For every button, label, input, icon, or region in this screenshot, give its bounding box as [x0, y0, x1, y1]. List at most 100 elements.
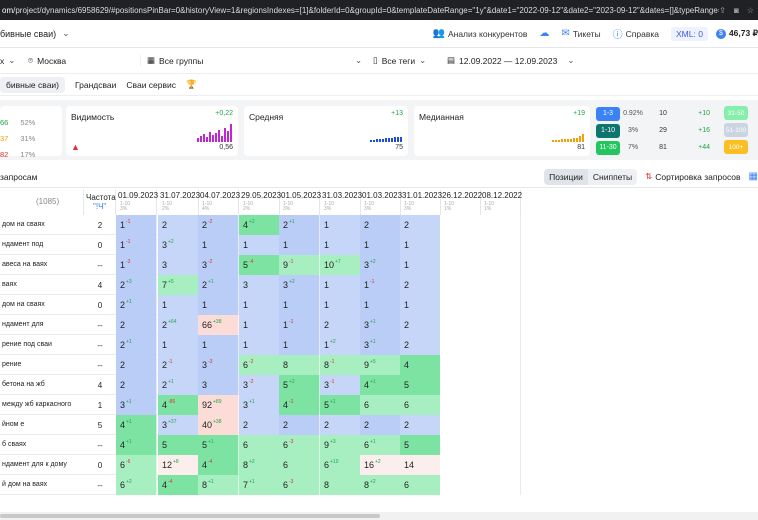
table-row[interactable]: ндамент под 0 1 -1 3 +2 1 1 1 1 1 1	[0, 235, 521, 255]
position-cell[interactable]: 1 -1	[360, 275, 401, 295]
date-column-header[interactable]: 01.05.2023 1-10 3%	[279, 190, 321, 215]
query-text[interactable]: дом на сваях	[0, 295, 84, 315]
position-cell[interactable]	[440, 315, 481, 335]
position-cell[interactable]: 2	[400, 215, 441, 235]
position-cell[interactable]: 6 +2	[116, 475, 157, 495]
position-cell[interactable]: 2	[279, 415, 320, 435]
position-cell[interactable]: 1	[400, 295, 441, 315]
position-cell[interactable]: 1	[158, 295, 199, 315]
position-cell[interactable]: 7 +5	[158, 275, 199, 295]
position-cell[interactable]: 5	[400, 375, 441, 395]
visibility-card[interactable]: Видимость +0,22 ▲ 0,56	[66, 106, 238, 156]
search-engine-select[interactable]: х ⌄	[0, 55, 28, 66]
range-badge[interactable]: 100+	[724, 140, 748, 154]
distribution-row[interactable]: 11-30 7% 81 +44	[596, 140, 726, 155]
position-cell[interactable]: 2	[400, 275, 441, 295]
scrollbar-thumb[interactable]	[0, 514, 380, 518]
position-cell[interactable]: 6 -2	[239, 355, 280, 375]
query-text[interactable]: рение под сваи	[0, 335, 84, 355]
position-cell[interactable]: 1	[320, 275, 361, 295]
position-cell[interactable]	[480, 295, 521, 315]
query-text[interactable]: ваях	[0, 275, 84, 295]
horizontal-scrollbar[interactable]	[0, 512, 758, 520]
position-cell[interactable]	[480, 315, 521, 335]
position-cell[interactable]: 5	[158, 435, 199, 455]
position-cell[interactable]	[440, 335, 481, 355]
position-cell[interactable]: 3 +2	[158, 235, 199, 255]
position-cell[interactable]	[440, 435, 481, 455]
position-cell[interactable]	[480, 415, 521, 435]
position-cell[interactable]	[480, 215, 521, 235]
position-cell[interactable]: 6 +1	[360, 435, 401, 455]
distribution-row[interactable]: 1-10 3% 29 +16	[596, 123, 726, 138]
position-cell[interactable]: 16 +2	[360, 455, 401, 475]
table-row[interactable]: бетона на жб 4 2 2 +1 3 3 -2 5 +2 3 -1 4 +1 5	[0, 375, 521, 395]
position-cell[interactable]: 4 +1	[116, 415, 157, 435]
position-cell[interactable]	[440, 295, 481, 315]
position-cell[interactable]: 1	[198, 235, 239, 255]
position-cell[interactable]: 4	[400, 355, 441, 375]
position-cell[interactable]: 8 +2	[360, 475, 401, 495]
position-cell[interactable]: 14	[400, 455, 441, 475]
position-cell[interactable]	[440, 375, 481, 395]
warning-icon[interactable]: ▲	[71, 142, 80, 152]
position-cell[interactable]: 1	[239, 315, 280, 335]
query-text[interactable]: й дом на ваях	[0, 475, 84, 495]
position-cell[interactable]: 3 +1	[360, 315, 401, 335]
table-row[interactable]: рение -- 2 2 -1 3 -3 6 -2 8 8 -1 9 +5 4	[0, 355, 521, 375]
position-cell[interactable]: 3 +37	[158, 415, 199, 435]
tag-tab[interactable]: бивные сваи)	[0, 76, 66, 93]
position-cell[interactable]: 1	[279, 335, 320, 355]
position-cell[interactable]: 5 +1	[198, 435, 239, 455]
position-cell[interactable]: 4 -1	[279, 395, 320, 415]
position-cell[interactable]: 1	[320, 295, 361, 315]
query-text[interactable]: дом на сваях	[0, 215, 84, 235]
position-cell[interactable]: 2	[116, 355, 157, 375]
position-cell[interactable]: 3 -2	[198, 255, 239, 275]
tag-tab[interactable]: Сваи сервис	[126, 80, 176, 90]
position-cell[interactable]: 6 -3	[279, 475, 320, 495]
position-cell[interactable]: 9 +5	[360, 355, 401, 375]
position-cell[interactable]: 6 -6	[116, 455, 157, 475]
position-cell[interactable]: 8 +2	[239, 455, 280, 475]
position-cell[interactable]: 2	[116, 375, 157, 395]
sort-queries-button[interactable]: ⇅ Сортировка запросов	[645, 171, 740, 182]
position-cell[interactable]: 6 -3	[279, 435, 320, 455]
help-link[interactable]: ⓘ Справка	[613, 26, 659, 42]
position-cell[interactable]	[440, 455, 481, 475]
position-cell[interactable]: 8 -1	[320, 355, 361, 375]
position-cell[interactable]: 3 -2	[239, 375, 280, 395]
position-cell[interactable]: 3 +2	[360, 255, 401, 275]
position-cell[interactable]: 4 -4	[158, 475, 199, 495]
position-cell[interactable]: 4 -86	[158, 395, 199, 415]
city-select[interactable]: ⌾ Москва	[28, 55, 140, 66]
share-icon[interactable]: ⇪	[719, 6, 726, 15]
table-settings-icon[interactable]: ▦	[749, 171, 758, 182]
position-cell[interactable]: 40 +38	[198, 415, 239, 435]
position-cell[interactable]	[480, 395, 521, 415]
trophy-icon[interactable]: 🏆	[186, 79, 197, 90]
position-cell[interactable]: 2 +64	[158, 315, 199, 335]
star-icon[interactable]: ☆	[747, 6, 754, 15]
cloud-upload-button[interactable]: ☁	[539, 28, 549, 39]
position-cell[interactable]: 2 -2	[198, 215, 239, 235]
position-cell[interactable]	[480, 235, 521, 255]
position-cell[interactable]: 5 -4	[239, 255, 280, 275]
position-cell[interactable]: 1 +2	[320, 335, 361, 355]
position-cell[interactable]	[440, 415, 481, 435]
position-cell[interactable]: 2	[400, 415, 441, 435]
position-cell[interactable]: 1 -3	[116, 255, 157, 275]
project-select[interactable]: бивные сваи) ⌄	[0, 28, 70, 39]
position-cell[interactable]	[440, 255, 481, 275]
position-cell[interactable]	[440, 235, 481, 255]
url-text[interactable]: om/project/dynamics/6958629/#positionsPi…	[2, 6, 719, 15]
median-position-card[interactable]: Медианная +19 81	[414, 106, 590, 156]
position-cell[interactable]: 2	[360, 215, 401, 235]
position-cell[interactable]: 12 +8	[158, 455, 199, 475]
groups-chevron[interactable]: ⌄	[355, 55, 373, 66]
table-row[interactable]: между жб каркасного 1 3 +1 4 -86 92 +89 3 +1 4 -1 5 +…	[0, 395, 521, 415]
groups-select[interactable]: ▦ Все группы	[140, 55, 355, 66]
positions-tab[interactable]: Позиции	[544, 168, 588, 185]
table-row[interactable]: й дом на ваях -- 6 +2 4 -4 8 +1 7 +1 6 -3 8 8 +2 6	[0, 475, 521, 495]
snippets-tab[interactable]: Сниппеты	[588, 169, 637, 185]
